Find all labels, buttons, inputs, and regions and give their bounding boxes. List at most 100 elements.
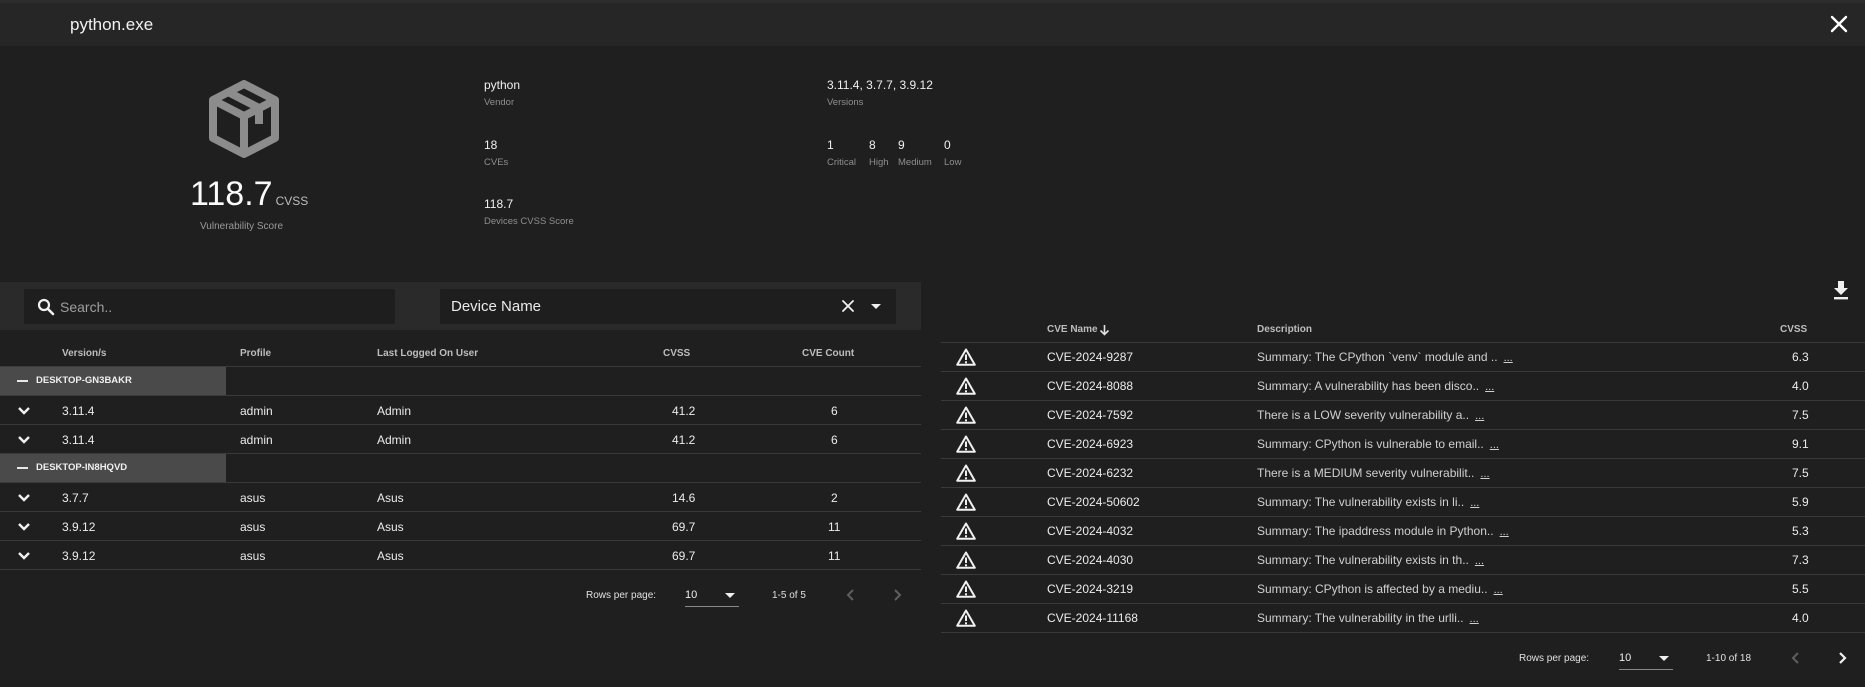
chevron-down-icon[interactable] (16, 548, 32, 564)
cve-row[interactable]: CVE-2024-7592 There is a LOW severity vul… (941, 401, 1865, 430)
devices-score-value: 118.7 (484, 197, 514, 211)
col-header-cve-name[interactable]: CVE Name (1047, 324, 1098, 335)
devices-score-field: 118.7 Devices CVSS Score (484, 197, 574, 227)
cve-row[interactable]: CVE-2024-6232 There is a MEDIUM severity … (941, 459, 1865, 488)
cve-row[interactable]: CVE-2024-3219 Summary: CPython is affecte… (941, 575, 1865, 604)
group-header[interactable]: DESKTOP-IN8HQVD (0, 454, 226, 482)
table-row[interactable]: 3.7.7 asus Asus 14.6 2 (0, 483, 921, 512)
cve-cvss: 9.1 (1792, 437, 1809, 451)
search-input[interactable] (60, 289, 390, 324)
expand-description-link[interactable]: ... (1470, 497, 1479, 509)
cve-description: Summary: The CPython `venv` module and .… (1257, 350, 1513, 364)
cve-name[interactable]: CVE-2024-6232 (1047, 466, 1133, 480)
chevron-down-icon[interactable] (16, 432, 32, 448)
versions-field: 3.11.4, 3.7.7, 3.9.12 Versions (827, 78, 933, 108)
cve-name[interactable]: CVE-2024-11168 (1047, 611, 1138, 625)
cve-row[interactable]: CVE-2024-4032 Summary: The ipaddress modu… (941, 517, 1865, 546)
clear-icon[interactable] (840, 298, 856, 314)
cve-name[interactable]: CVE-2024-8088 (1047, 379, 1133, 393)
cve-name[interactable]: CVE-2024-6923 (1047, 437, 1133, 451)
col-header-description[interactable]: Description (1257, 324, 1312, 335)
cve-name[interactable]: CVE-2024-3219 (1047, 582, 1133, 596)
expand-description-link[interactable]: ... (1500, 526, 1509, 538)
cve-description: There is a MEDIUM severity vulnerabilit.… (1257, 466, 1490, 480)
window-title: python.exe (70, 15, 154, 34)
table-row[interactable]: 3.11.4 admin Admin 41.2 6 (0, 396, 921, 425)
cve-name[interactable]: CVE-2024-7592 (1047, 408, 1133, 422)
cve-name[interactable]: CVE-2024-4032 (1047, 524, 1133, 538)
versions-label: Versions (827, 97, 864, 108)
chevron-down-icon[interactable] (16, 403, 32, 419)
sort-arrow-down-icon[interactable] (1099, 324, 1110, 336)
cve-row[interactable]: CVE-2024-8088 Summary: A vulnerability ha… (941, 372, 1865, 401)
device-name-select[interactable]: Device Name (440, 289, 896, 324)
cve-cvss: 4.0 (1792, 611, 1809, 625)
expand-description-link[interactable]: ... (1494, 584, 1503, 596)
versions-value: 3.11.4, 3.7.7, 3.9.12 (827, 78, 933, 92)
cve-cvss: 7.5 (1792, 408, 1809, 422)
critical-count: 1 (827, 138, 834, 152)
expand-description-link[interactable]: ... (1485, 381, 1494, 393)
table-row[interactable]: 3.11.4 admin Admin 41.2 6 (0, 425, 921, 454)
expand-description-link[interactable]: ... (1490, 439, 1499, 451)
chevron-down-icon[interactable] (16, 490, 32, 506)
collapse-icon[interactable] (17, 380, 28, 382)
cve-row[interactable]: CVE-2024-50602 Summary: The vulnerability… (941, 488, 1865, 517)
prev-page-icon[interactable] (844, 588, 858, 602)
download-icon[interactable] (1832, 280, 1850, 300)
cve-cvss: 6.3 (1792, 350, 1809, 364)
expand-description-link[interactable]: ... (1504, 352, 1513, 364)
dropdown-arrow-icon[interactable] (868, 298, 884, 314)
medium-count: 9 (898, 138, 905, 152)
cve-row[interactable]: CVE-2024-11168 Summary: The vulnerability… (941, 604, 1865, 633)
cell-version: 3.11.4 (62, 433, 95, 447)
high-label: High (869, 157, 889, 168)
description-text: Summary: The vulnerability exists in li.… (1257, 495, 1465, 509)
cve-description: Summary: The vulnerability in the urlli.… (1257, 611, 1479, 625)
warning-icon (956, 580, 976, 598)
group-header[interactable]: DESKTOP-GN3BAKR (0, 367, 226, 395)
expand-description-link[interactable]: ... (1470, 613, 1479, 625)
rows-per-page-label: Rows per page: (586, 590, 657, 601)
col-header-version[interactable]: Version/s (62, 348, 106, 359)
search-icon (37, 298, 55, 316)
col-header-cve-count[interactable]: CVE Count (802, 348, 854, 359)
cell-user: Admin (377, 433, 412, 447)
expand-description-link[interactable]: ... (1480, 468, 1489, 480)
rows-per-page-select[interactable]: 10 (1619, 648, 1673, 670)
chevron-down-icon[interactable] (16, 519, 32, 535)
cve-row[interactable]: CVE-2024-6923 Summary: CPython is vulnera… (941, 430, 1865, 459)
col-header-profile[interactable]: Profile (240, 348, 271, 359)
close-icon[interactable] (1827, 12, 1851, 36)
cve-name[interactable]: CVE-2024-4030 (1047, 553, 1133, 567)
rows-per-page-select[interactable]: 10 (685, 585, 739, 607)
cve-description: Summary: CPython is affected by a mediu.… (1257, 582, 1503, 596)
table-row[interactable]: 3.9.12 asus Asus 69.7 11 (0, 512, 921, 541)
description-text: Summary: CPython is vulnerable to email.… (1257, 437, 1484, 451)
cve-name[interactable]: CVE-2024-9287 (1047, 350, 1133, 364)
cves-value: 18 (484, 138, 498, 152)
cve-name[interactable]: CVE-2024-50602 (1047, 495, 1140, 509)
warning-icon (956, 406, 976, 424)
warning-icon (956, 377, 976, 395)
cell-cvss: 41.2 (672, 404, 696, 418)
expand-description-link[interactable]: ... (1475, 410, 1484, 422)
expand-description-link[interactable]: ... (1475, 555, 1484, 567)
next-page-icon[interactable] (1835, 651, 1849, 665)
cves-label: CVEs (484, 157, 509, 168)
cell-profile: admin (240, 433, 273, 447)
col-header-user[interactable]: Last Logged On User (377, 348, 478, 359)
cell-cve-count: 6 (831, 404, 838, 418)
cves-field: 18 CVEs (484, 138, 508, 168)
next-page-icon[interactable] (890, 588, 904, 602)
cve-row[interactable]: CVE-2024-4030 Summary: The vulnerability … (941, 546, 1865, 575)
cve-row[interactable]: CVE-2024-9287 Summary: The CPython `venv`… (941, 343, 1865, 372)
cve-cvss: 7.5 (1792, 466, 1809, 480)
collapse-icon[interactable] (17, 467, 28, 469)
prev-page-icon[interactable] (1789, 651, 1803, 665)
cell-profile: asus (240, 491, 266, 505)
col-header-cvss[interactable]: CVSS (1780, 324, 1807, 335)
title-bar: python.exe (0, 0, 1865, 46)
table-row[interactable]: 3.9.12 asus Asus 69.7 11 (0, 541, 921, 570)
col-header-cvss[interactable]: CVSS (663, 348, 690, 359)
